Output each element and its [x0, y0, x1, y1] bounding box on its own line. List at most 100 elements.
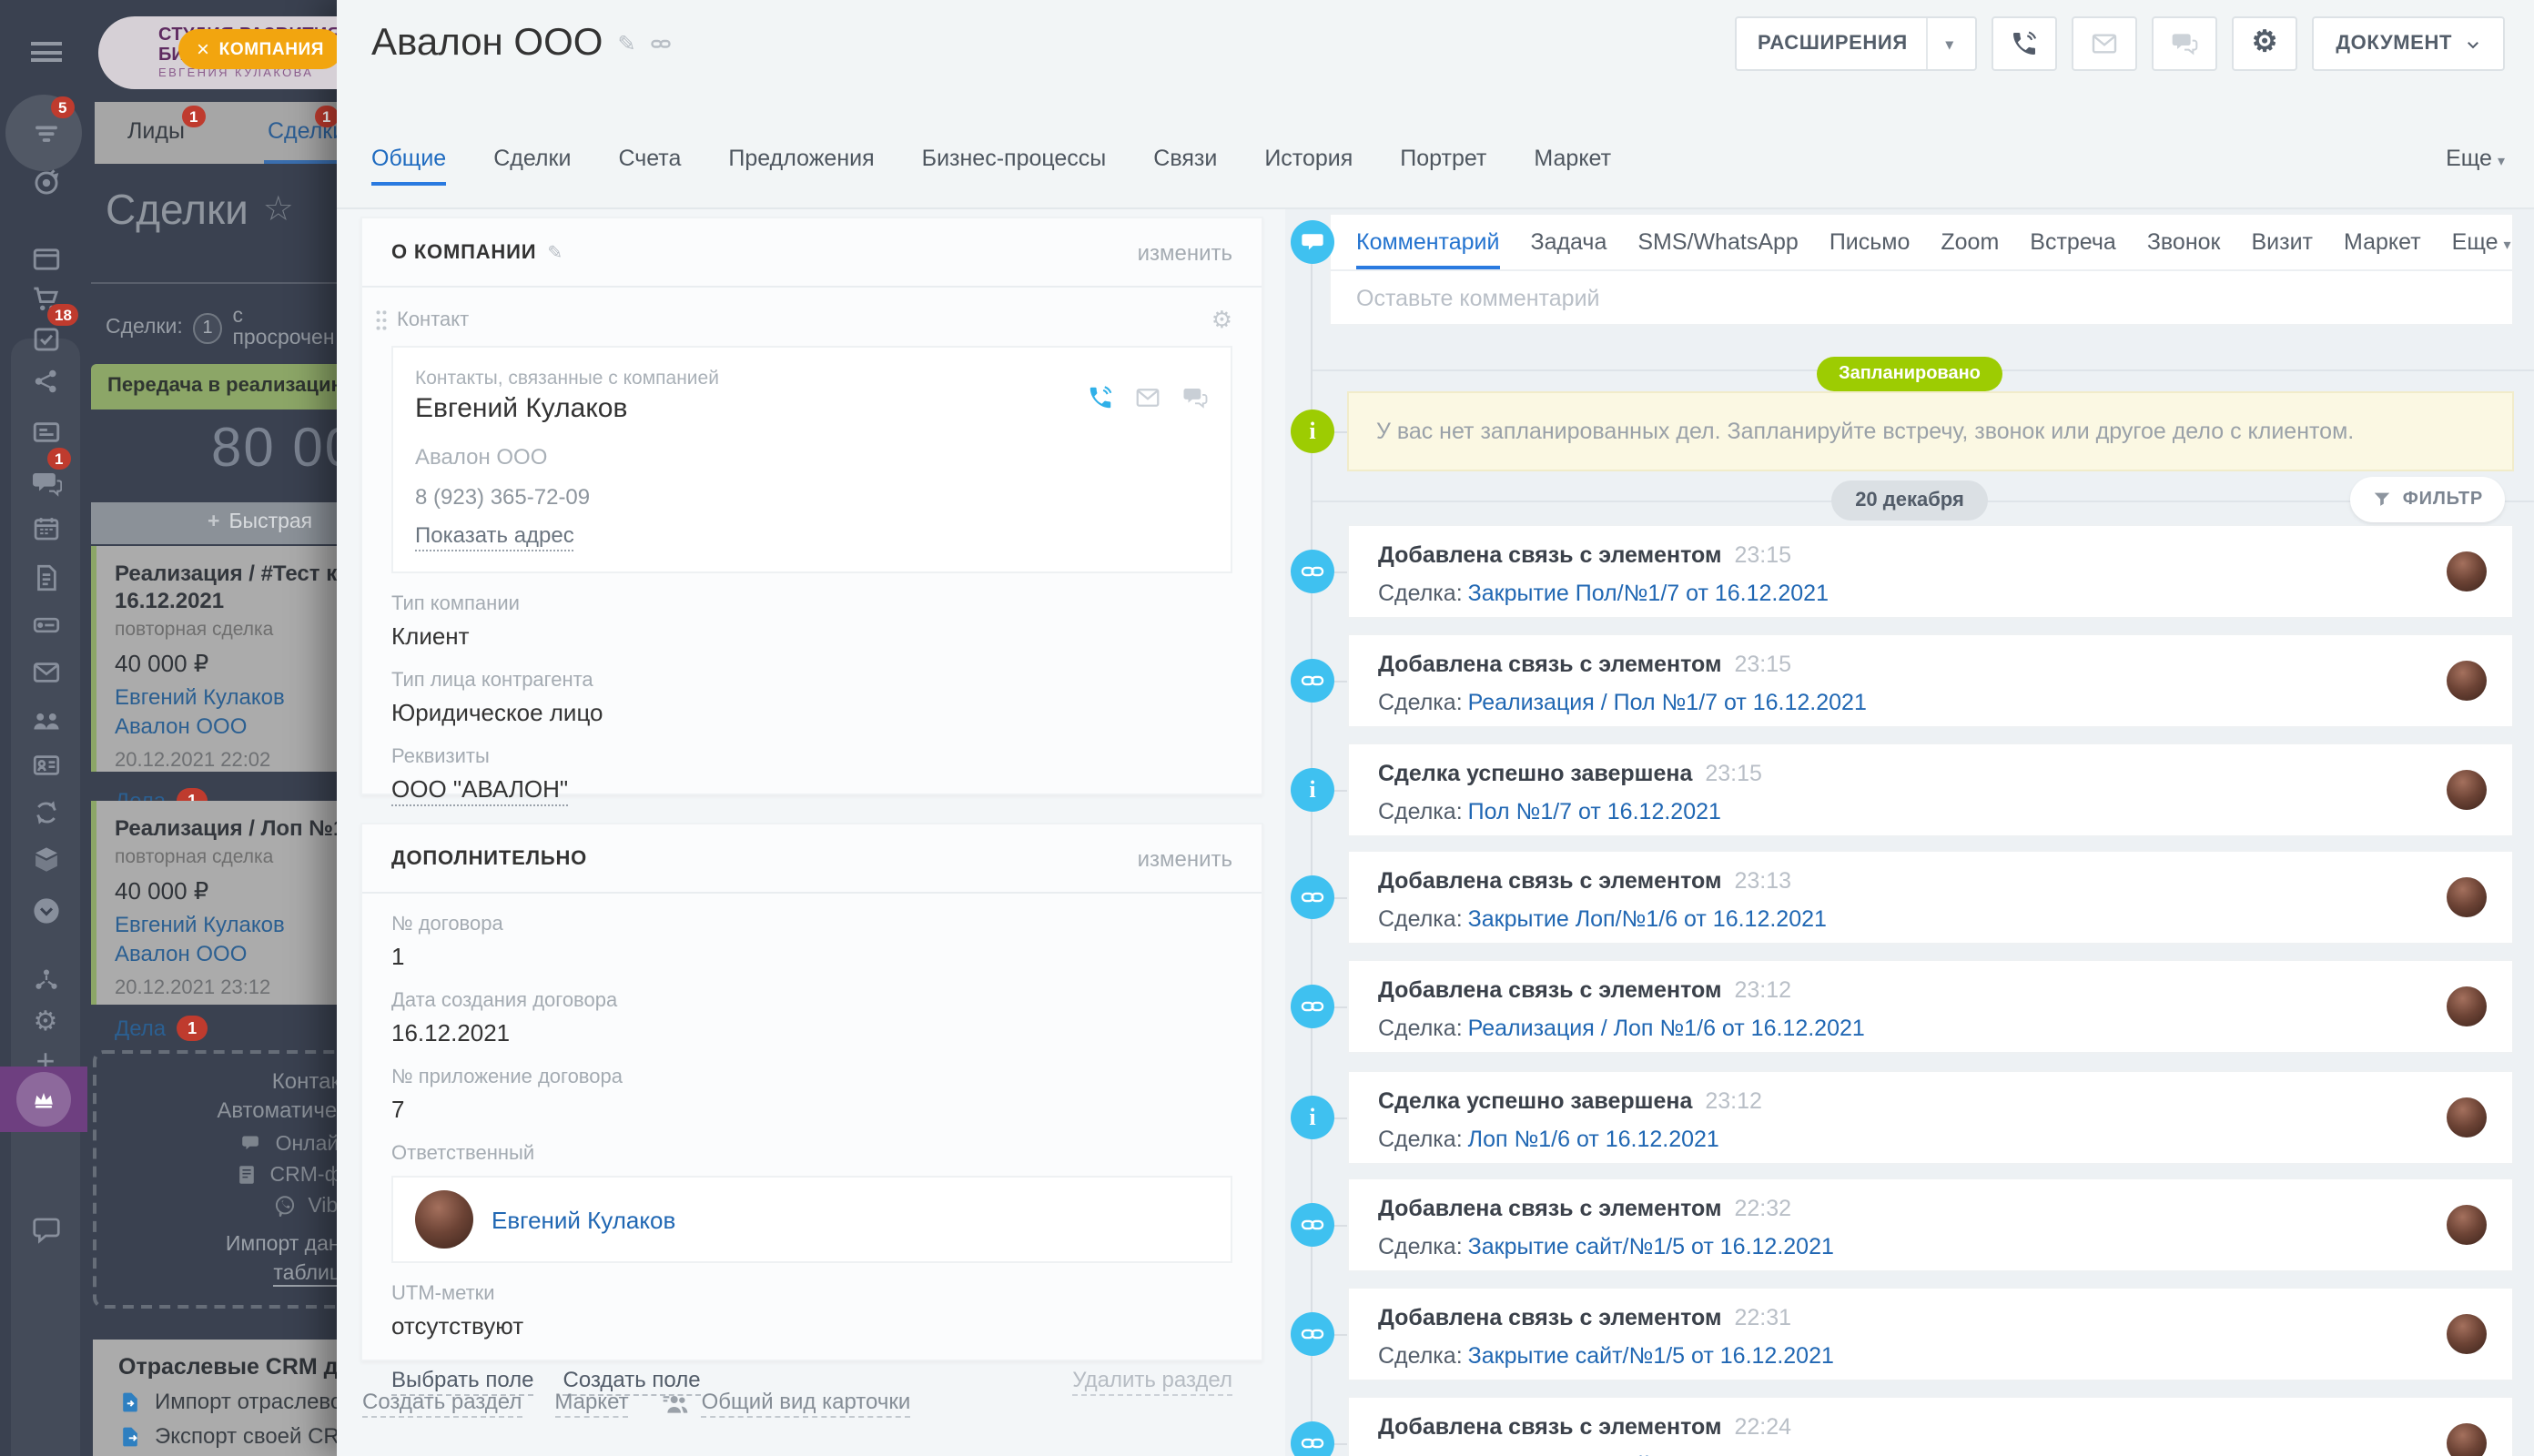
entry-deal-link[interactable]: Лоп №1/6 от 16.12.2021: [1468, 1127, 1719, 1152]
card-view-link[interactable]: Общий вид карточки: [702, 1389, 911, 1418]
email-button[interactable]: [2072, 16, 2137, 71]
target-icon[interactable]: [27, 164, 64, 200]
quick-deal-add-button[interactable]: +Быстрая: [91, 502, 337, 544]
tl-tab-email[interactable]: Письмо: [1830, 229, 1911, 269]
comment-input[interactable]: Оставьте комментарий: [1331, 271, 2512, 326]
market-link[interactable]: Маркет: [554, 1389, 628, 1418]
drag-handle-icon[interactable]: [375, 309, 388, 331]
entry-deal-link[interactable]: Пол №1/7 от 16.12.2021: [1468, 799, 1721, 824]
stage-header[interactable]: Передача в реализацию(2): [91, 364, 337, 410]
tariff-crown-item[interactable]: [0, 1067, 87, 1132]
deal-card[interactable]: Реализация / Лоп №1/6 о повторная сделка…: [91, 801, 337, 1005]
market-box-icon[interactable]: [27, 841, 64, 877]
tl-tab-sms[interactable]: SMS/WhatsApp: [1637, 229, 1798, 269]
support-chat-icon[interactable]: [27, 1210, 64, 1247]
timeline-entry[interactable]: Добавлена связь с элементом23:15 Сделка:…: [1347, 524, 2514, 619]
entry-deal-link[interactable]: Реализация / Лоп №1/6 от 16.12.2021: [1468, 1016, 1865, 1041]
document-button[interactable]: ДОКУМЕНТ: [2312, 16, 2505, 71]
call-contact-icon[interactable]: [1087, 384, 1114, 411]
tab-quotes[interactable]: Предложения: [728, 146, 874, 193]
timeline-entry[interactable]: Добавлена связь с элементом23:15 Сделка:…: [1347, 633, 2514, 728]
timeline-entry[interactable]: Добавлена связь с элементом22:24 Сделка:…: [1347, 1396, 2514, 1456]
documents-icon[interactable]: [27, 559, 64, 595]
timeline-entry[interactable]: Добавлена связь с элементом22:32 Сделка:…: [1347, 1178, 2514, 1272]
pencil-icon[interactable]: ✎: [547, 244, 563, 264]
tab-invoices[interactable]: Счета: [618, 146, 681, 193]
settings-gear-icon[interactable]: ⚙: [27, 1003, 64, 1039]
timeline-entry[interactable]: Добавлена связь с элементом22:31 Сделка:…: [1347, 1287, 2514, 1381]
deal-card[interactable]: Реализация / #Тест конт16.12.2021 повтор…: [91, 546, 337, 772]
tl-tab-meeting[interactable]: Встреча: [2030, 229, 2116, 269]
entry-deal-link[interactable]: Закрытие сайт/№1/5 от 16.12.2021: [1468, 1343, 1834, 1369]
tasks-icon[interactable]: [27, 320, 64, 357]
create-section-link[interactable]: Создать раздел: [362, 1389, 522, 1418]
close-icon[interactable]: ×: [197, 36, 210, 62]
timeline-entry[interactable]: Сделка успешно завершена23:15 Сделка:Пол…: [1347, 743, 2514, 837]
comment-composer[interactable]: Комментарий Задача SMS/WhatsApp Письмо Z…: [1329, 213, 2514, 326]
entry-deal-link[interactable]: Закрытие Пол/№1/7 от 16.12.2021: [1468, 581, 1829, 606]
settings-button[interactable]: ⚙: [2232, 16, 2297, 71]
timeline-entry[interactable]: Добавлена связь с элементом23:12 Сделка:…: [1347, 959, 2514, 1054]
tl-tab-comment[interactable]: Комментарий: [1356, 229, 1499, 269]
tab-portrait[interactable]: Портрет: [1400, 146, 1486, 193]
tl-tabs-more[interactable]: Еще▾: [2452, 229, 2511, 269]
industry-import-link[interactable]: Импорт отраслевой: [118, 1389, 337, 1414]
company-filter-chip[interactable]: × КОМПАНИЯ: [178, 29, 337, 69]
crm-card-icon[interactable]: [27, 413, 64, 450]
entry-deal-link[interactable]: Закрытие Лоп/№1/6 от 16.12.2021: [1468, 906, 1827, 932]
counter-badge[interactable]: 1: [194, 312, 222, 343]
tabs-more-button[interactable]: Еще▾: [2446, 146, 2505, 171]
timeline-entry[interactable]: Добавлена связь с элементом23:13 Сделка:…: [1347, 850, 2514, 945]
mail-icon[interactable]: [27, 653, 64, 690]
tab-relations[interactable]: Связи: [1153, 146, 1217, 193]
edit-section-link[interactable]: изменить: [1138, 846, 1232, 872]
sites-icon[interactable]: [27, 240, 64, 277]
filter-button[interactable]: ФИЛЬТР: [2350, 477, 2505, 522]
extensions-button[interactable]: РАСШИРЕНИЯ▾: [1734, 16, 1977, 71]
calendar-icon[interactable]: [27, 510, 64, 546]
field-gear-icon[interactable]: ⚙: [1211, 306, 1232, 335]
tab-market[interactable]: Маркет: [1534, 146, 1611, 193]
copy-link-icon[interactable]: [651, 33, 673, 55]
entry-deal-link[interactable]: Закрытие сайт/№1/5 от 16.12.2021: [1468, 1234, 1834, 1259]
responsible-link[interactable]: Евгений Кулаков: [492, 1206, 675, 1233]
automation-sync-icon[interactable]: [27, 794, 64, 830]
tab-general[interactable]: Общие: [371, 146, 446, 193]
deal-contact-link[interactable]: Евгений КулаковАвалон ООО: [115, 684, 337, 741]
tl-tab-visit[interactable]: Визит: [2251, 229, 2313, 269]
tl-tab-call[interactable]: Звонок: [2147, 229, 2221, 269]
feed-icon[interactable]: [27, 115, 64, 151]
tl-tab-zoom[interactable]: Zoom: [1941, 229, 1999, 269]
tab-bizproc[interactable]: Бизнес-процессы: [922, 146, 1107, 193]
industry-export-link[interactable]: Экспорт своей CRM: [118, 1423, 337, 1449]
edit-section-link[interactable]: изменить: [1138, 240, 1232, 266]
import-data-link[interactable]: Импорт данных из таблицы: [96, 1231, 337, 1289]
contact-phone[interactable]: 8 (923) 365-72-09: [415, 484, 1209, 510]
network-icon[interactable]: [27, 362, 64, 399]
linked-contact-card[interactable]: Контакты, связанные с компанией Евгений …: [391, 346, 1232, 573]
call-button[interactable]: [1992, 16, 2057, 71]
tl-tab-market[interactable]: Маркет: [2344, 229, 2421, 269]
menu-hamburger-icon[interactable]: [27, 33, 64, 69]
integrations-icon[interactable]: [27, 961, 64, 997]
entry-deal-link[interactable]: Реализация / сайт №1/5 от 16.12.2021: [1468, 1452, 1872, 1456]
chat-button[interactable]: [2152, 16, 2217, 71]
chat-contact-icon[interactable]: [1181, 384, 1209, 411]
deal-todo-link[interactable]: Дела: [115, 1016, 166, 1041]
drive-icon[interactable]: [27, 606, 64, 642]
chevron-circle-icon[interactable]: [27, 892, 64, 928]
entry-deal-link[interactable]: Реализация / Пол №1/7 от 16.12.2021: [1468, 690, 1867, 715]
requisites-link[interactable]: ООО "АВАЛОН": [391, 775, 568, 806]
favorite-star-icon[interactable]: ☆: [263, 189, 294, 231]
tl-tab-task[interactable]: Задача: [1530, 229, 1607, 269]
edit-title-pencil-icon[interactable]: ✎: [617, 31, 635, 56]
tab-leads[interactable]: Лиды: [127, 118, 185, 144]
mail-contact-icon[interactable]: [1134, 384, 1161, 411]
tab-deals[interactable]: Сделки: [493, 146, 571, 193]
company-structure-icon[interactable]: [27, 703, 64, 739]
tab-history[interactable]: История: [1264, 146, 1353, 193]
show-address-link[interactable]: Показать адрес: [415, 522, 574, 551]
delete-section-link[interactable]: Удалить раздел: [1072, 1367, 1232, 1396]
id-card-icon[interactable]: [27, 746, 64, 783]
timeline-entry[interactable]: Сделка успешно завершена23:12 Сделка:Лоп…: [1347, 1070, 2514, 1165]
